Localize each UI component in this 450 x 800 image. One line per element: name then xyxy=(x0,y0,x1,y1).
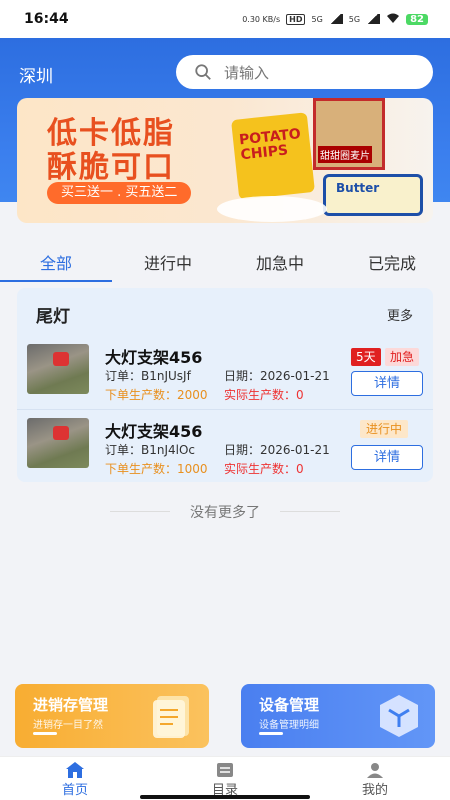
more-link[interactable]: 更多 xyxy=(387,305,413,324)
wifi-icon xyxy=(386,13,400,26)
document-list-icon xyxy=(153,696,189,738)
planned-quantity: 下单生产数：2000 xyxy=(105,388,208,402)
tab-completed[interactable]: 已完成 xyxy=(336,242,448,282)
status-time: 16:44 xyxy=(24,11,69,27)
order-section-card: 尾灯 更多 大灯支架456 订单：B1nJUsJf 日期：2026-01-21 … xyxy=(17,288,433,482)
signal-label-2: 5G xyxy=(348,14,361,24)
home-indicator xyxy=(140,795,310,799)
search-input[interactable]: 请输入 xyxy=(176,55,433,89)
detail-button[interactable]: 详情 xyxy=(351,445,423,470)
cereal-box-image: 甜甜圈麦片 xyxy=(313,98,385,170)
cube-icon xyxy=(380,695,418,737)
home-icon xyxy=(66,762,84,778)
nav-profile[interactable]: 我的 xyxy=(300,757,450,800)
no-more-text: 没有更多了 xyxy=(0,502,450,522)
profile-icon xyxy=(367,763,383,778)
banner-promo-pill: 买三送一 . 买五送二 xyxy=(47,182,192,204)
product-thumbnail xyxy=(27,344,89,394)
inventory-management-tile[interactable]: 进销存管理 进销存一目了然 xyxy=(15,684,209,748)
order-date: 日期：2026-01-21 xyxy=(224,443,330,457)
actual-quantity: 实际生产数：0 xyxy=(224,462,304,476)
tile-accent-line xyxy=(33,732,57,735)
days-badge: 5天 xyxy=(351,348,381,366)
battery-icon: 82 xyxy=(406,13,428,25)
status-tabs: 全部 进行中 加急中 已完成 xyxy=(0,242,450,282)
promo-banner[interactable]: 低卡低脂 酥脆可口 买三送一 . 买五送二 POTATO CHIPS 甜甜圈麦片… xyxy=(17,98,433,223)
planned-quantity: 下单生产数：1000 xyxy=(105,462,208,476)
status-icons: 0.30 KB/s HD 5G 5G 82 xyxy=(242,13,428,26)
in-progress-badge: 进行中 xyxy=(360,420,409,438)
signal-icon-2 xyxy=(366,14,381,24)
chips-plate-image xyxy=(217,196,327,222)
nav-home-label: 首页 xyxy=(61,783,88,798)
inventory-tile-title: 进销存管理 xyxy=(33,696,109,714)
tab-in-progress[interactable]: 进行中 xyxy=(112,242,224,282)
urgent-badge: 加急 xyxy=(385,348,420,366)
order-row[interactable]: 大灯支架456 订单：B1nJUsJf 日期：2026-01-21 下单生产数：… xyxy=(17,336,433,408)
tab-all[interactable]: 全部 xyxy=(0,242,112,282)
active-tab-indicator xyxy=(0,280,112,282)
order-row[interactable]: 大灯支架456 订单：B1nJ4lOc 日期：2026-01-21 下单生产数：… xyxy=(17,410,433,482)
detail-button[interactable]: 详情 xyxy=(351,371,423,396)
status-bar: 16:44 0.30 KB/s HD 5G 5G 82 xyxy=(0,0,450,38)
device-tile-subtitle: 设备管理明细 xyxy=(259,720,319,731)
inventory-tile-subtitle: 进销存一目了然 xyxy=(33,720,103,731)
chips-bag-image: POTATO CHIPS xyxy=(231,112,315,200)
product-thumbnail xyxy=(27,418,89,468)
catalog-icon xyxy=(217,763,233,777)
device-management-tile[interactable]: 设备管理 设备管理明细 xyxy=(241,684,435,748)
signal-label-1: 5G xyxy=(311,14,323,24)
section-title: 尾灯 xyxy=(36,307,70,327)
butter-tub-image: Butter xyxy=(323,174,423,216)
order-date: 日期：2026-01-21 xyxy=(224,369,330,383)
order-product-name: 大灯支架456 xyxy=(105,348,203,367)
banner-headline-2: 酥脆可口 xyxy=(47,150,175,185)
search-placeholder: 请输入 xyxy=(224,63,270,82)
tile-accent-line xyxy=(259,732,283,735)
nav-home[interactable]: 首页 xyxy=(0,757,150,800)
city-selector[interactable]: 深圳 xyxy=(19,62,53,87)
signal-icon xyxy=(328,14,343,24)
actual-quantity: 实际生产数：0 xyxy=(224,388,304,402)
butter-label: Butter xyxy=(336,181,380,195)
device-tile-title: 设备管理 xyxy=(259,696,320,714)
cereal-label: 甜甜圈麦片 xyxy=(318,146,372,163)
chips-brand: POTATO CHIPS xyxy=(238,126,302,164)
hd-icon: HD xyxy=(286,13,306,25)
bottom-navigation: 首页 目录 我的 xyxy=(0,756,450,800)
order-number: 订单：B1nJ4lOc xyxy=(105,443,196,457)
order-product-name: 大灯支架456 xyxy=(105,422,203,441)
network-speed: 0.30 KB/s xyxy=(242,14,281,24)
order-number: 订单：B1nJUsJf xyxy=(105,369,191,383)
nav-profile-label: 我的 xyxy=(361,783,388,798)
section-header: 尾灯 更多 xyxy=(17,288,433,334)
search-icon xyxy=(195,64,211,80)
nav-catalog[interactable]: 目录 xyxy=(150,757,300,800)
tab-urgent[interactable]: 加急中 xyxy=(224,242,336,282)
